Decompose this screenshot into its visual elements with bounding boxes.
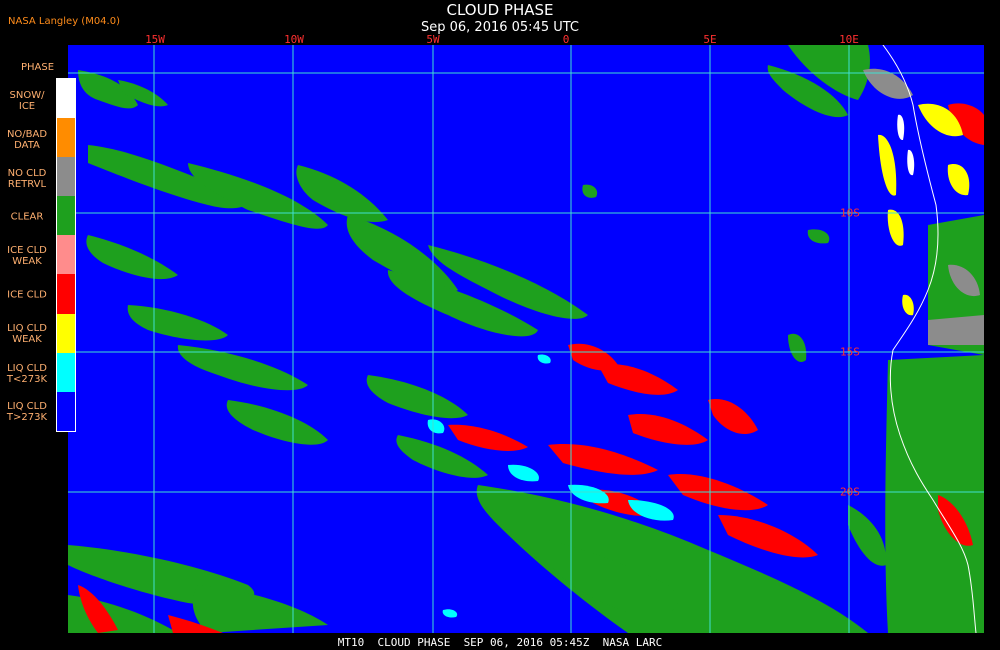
legend-swatch-liq-cld-warm: [57, 391, 75, 431]
lat-label-15s: 15S: [840, 345, 860, 359]
legend-title: PHASE: [21, 62, 55, 73]
legend-label-no-bad-data: NO/BAD DATA: [6, 129, 48, 151]
legend-label-snow-ice: SNOW/ICE: [9, 90, 45, 112]
legend-label-liq-cld-warm: LIQ CLD T>273K: [6, 401, 48, 423]
lat-label-20s: 20S: [840, 485, 860, 499]
legend-colorbar: [56, 78, 76, 432]
legend-swatch-no-cld-retrvl: [57, 157, 75, 197]
legend-label-ice-cld: ICE CLD: [7, 289, 47, 301]
legend-swatch-ice-cld: [57, 274, 75, 314]
legend-swatch-liq-cld-cold: [57, 352, 75, 392]
cloud-phase-map: [68, 45, 984, 633]
legend-swatch-clear: [57, 196, 75, 236]
legend-swatch-ice-cld-weak: [57, 235, 75, 275]
lat-label-10s: 10S: [840, 206, 860, 220]
legend-label-clear: CLEAR: [10, 211, 44, 223]
legend-label-liq-cld-cold: LIQ CLD T<273K: [6, 363, 48, 385]
legend-swatch-snow-ice: [57, 79, 75, 119]
legend-swatch-liq-cld-weak: [57, 313, 75, 353]
legend-label-ice-cld-weak: ICE CLD WEAK: [7, 245, 47, 267]
legend-label-no-cld-retrvl: NO CLD RETRVL: [7, 168, 47, 190]
footer-caption: MT10 CLOUD PHASE SEP 06, 2016 05:45Z NAS…: [337, 636, 663, 649]
legend-swatch-no-bad-data: [57, 118, 75, 158]
chart-title: CLOUD PHASE: [446, 1, 554, 19]
legend-label-liq-cld-weak: LIQ CLD WEAK: [7, 323, 47, 345]
